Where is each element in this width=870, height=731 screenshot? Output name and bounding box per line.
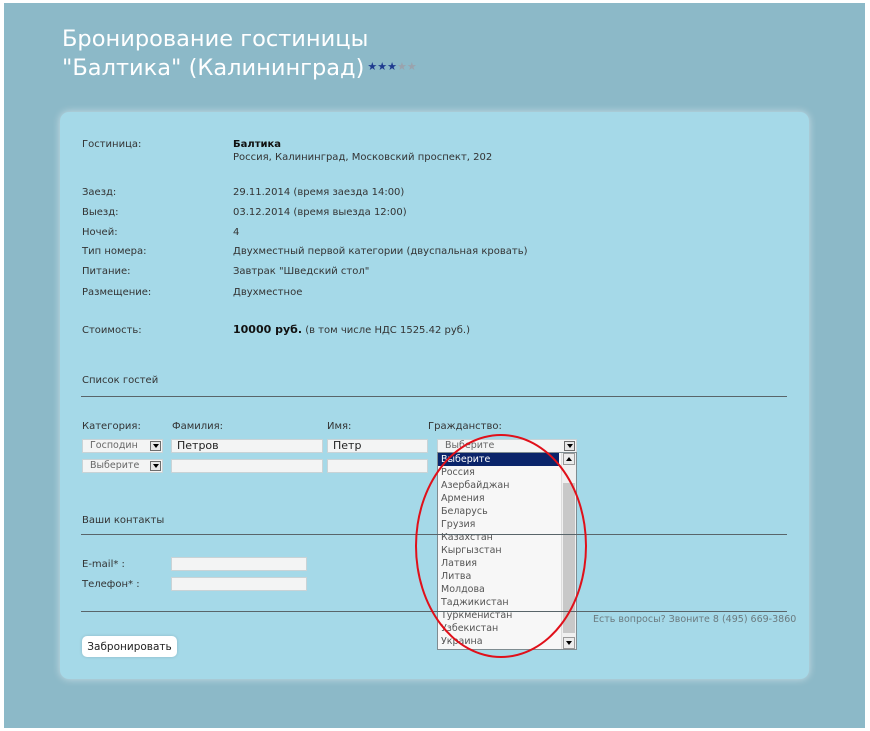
guest-2-category-select[interactable]: Выберите — [82, 459, 163, 473]
placement-value: Двухместное — [233, 287, 303, 298]
guest-2-lastname-input[interactable] — [171, 459, 323, 473]
checkin-label: Заезд: — [82, 187, 117, 198]
meals-value: Завтрак "Шведский стол" — [233, 266, 370, 277]
guest-1-category-value: Господин — [90, 440, 138, 451]
room-type-label: Тип номера: — [82, 246, 147, 257]
col-lastname-header: Фамилия: — [172, 421, 224, 432]
placement-label: Размещение: — [82, 287, 152, 298]
star-icon: ★ — [406, 60, 417, 73]
hotel-label: Гостиница: — [82, 139, 142, 150]
guest-1-firstname-input[interactable]: Петр — [327, 439, 428, 453]
cost-amount: 10000 руб. — [233, 323, 303, 336]
page-title-line2: "Балтика" (Калининград) — [62, 55, 365, 81]
hotel-address: Россия, Калининград, Московский проспект… — [233, 152, 493, 163]
checkin-value: 29.11.2014 (время заезда 14:00) — [233, 187, 405, 198]
page-title-line2-wrap: "Балтика" (Калининград) ★★★★★ — [62, 54, 417, 83]
guests-section-title: Список гостей — [82, 375, 159, 386]
chevron-down-icon — [564, 441, 575, 451]
col-category-header: Категория: — [82, 421, 141, 432]
guest-1-lastname-input[interactable]: Петров — [171, 439, 323, 453]
chevron-down-icon — [150, 461, 161, 471]
nights-label: Ночей: — [82, 227, 118, 238]
cost-label: Стоимость: — [82, 325, 142, 336]
cost-note: (в том числе НДС 1525.42 руб.) — [305, 325, 471, 336]
star-icon: ★ — [377, 60, 388, 73]
book-button[interactable]: Забронировать — [82, 636, 177, 657]
star-icon: ★ — [387, 60, 398, 73]
cost-value: 10000 руб. (в том числе НДС 1525.42 руб.… — [233, 323, 470, 336]
hotel-name-text: Балтика — [233, 139, 282, 150]
arrow-up-icon — [566, 457, 572, 461]
nights-value: 4 — [233, 227, 240, 238]
room-type-value: Двухместный первой категории (двуспальна… — [233, 246, 528, 257]
checkout-label: Выезд: — [82, 207, 119, 218]
col-citizenship-header: Гражданство: — [428, 421, 502, 432]
col-firstname-header: Имя: — [327, 421, 352, 432]
star-icon: ★ — [367, 60, 378, 73]
guest-2-firstname-input[interactable] — [327, 459, 428, 473]
chevron-down-icon — [150, 441, 161, 451]
questions-phone-note: Есть вопросы? Звоните 8 (495) 669-3860 — [593, 614, 797, 625]
checkout-value: 03.12.2014 (время выезда 12:00) — [233, 207, 407, 218]
star-icon: ★ — [397, 60, 407, 73]
page-title: Бронирование гостиницы "Балтика" (Калини… — [62, 25, 417, 83]
scroll-down-button[interactable] — [563, 637, 575, 649]
guests-divider — [81, 396, 787, 397]
email-input[interactable] — [171, 557, 307, 571]
email-label: E-mail* : — [82, 559, 125, 570]
arrow-down-icon — [566, 641, 572, 645]
contacts-section-title: Ваши контакты — [82, 515, 165, 526]
phone-input[interactable] — [171, 577, 307, 591]
hotel-name: Балтика — [233, 139, 281, 150]
page-title-line1: Бронирование гостиницы — [62, 26, 369, 52]
guest-1-category-select[interactable]: Господин — [82, 439, 163, 453]
scroll-up-button[interactable] — [563, 453, 575, 465]
red-circle-annotation — [415, 434, 587, 658]
guest-2-category-value: Выберите — [90, 460, 140, 471]
hotel-rating-stars: ★★★★★ — [367, 60, 416, 73]
meals-label: Питание: — [82, 266, 131, 277]
phone-label: Телефон* : — [82, 579, 140, 590]
